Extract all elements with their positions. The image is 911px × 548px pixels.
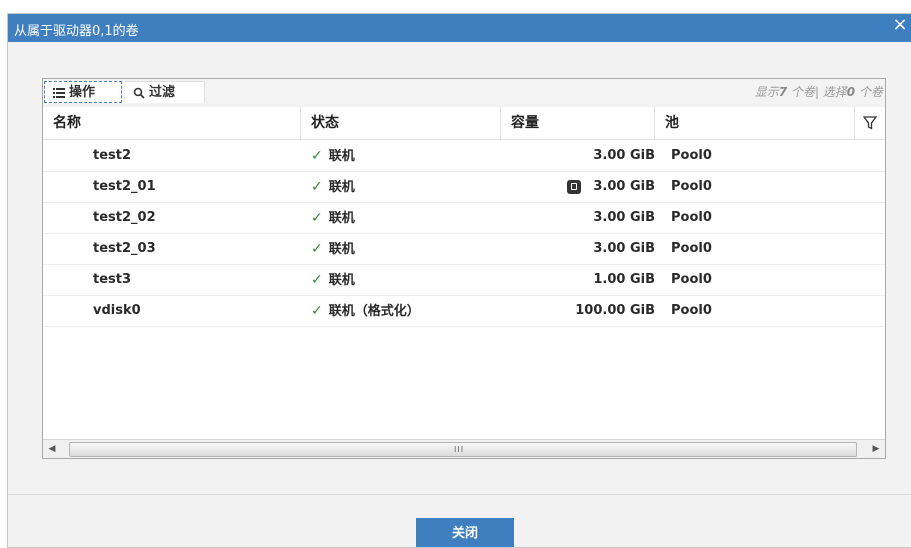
scrollbar-thumb[interactable]: III xyxy=(69,442,857,457)
table-row[interactable]: test2_02 ✓ 联机 3.00 GiB Pool0 xyxy=(43,203,885,234)
summary-mid: 个卷| 选择 xyxy=(790,85,847,99)
status-text: 联机（格式化） xyxy=(328,304,420,319)
scroll-left-icon[interactable]: ◀ xyxy=(43,440,61,458)
volume-capacity: 3.00 GiB xyxy=(593,210,655,225)
table-row[interactable]: vdisk0 ✓ 联机（格式化） 100.00 GiB Pool0 xyxy=(43,296,885,327)
volume-capacity: 1.00 GiB xyxy=(593,272,655,287)
volume-status: ✓ 联机 xyxy=(311,265,355,295)
table-row[interactable]: test3 ✓ 联机 1.00 GiB Pool0 xyxy=(43,265,885,296)
volume-status: ✓ 联机（格式化） xyxy=(311,296,420,326)
status-text: 联机 xyxy=(328,211,355,226)
close-icon[interactable]: × xyxy=(889,14,911,38)
volume-pool: Pool0 xyxy=(671,179,712,194)
volume-status: ✓ 联机 xyxy=(311,203,355,233)
volume-status: ✓ 联机 xyxy=(311,234,355,264)
check-icon: ✓ xyxy=(311,148,323,164)
table-row[interactable]: test2_03 ✓ 联机 3.00 GiB Pool0 xyxy=(43,234,885,265)
volume-capacity: 3.00 GiB xyxy=(593,148,655,163)
volume-status: ✓ 联机 xyxy=(311,172,355,202)
close-button[interactable]: 关闭 xyxy=(416,518,514,547)
summary-suffix: 个卷 xyxy=(858,85,883,99)
volumes-dialog: 从属于驱动器0,1的卷 × 操作 过滤 显示7 个卷| 选择0 个卷 名称 状态… xyxy=(8,14,911,547)
column-header-pool[interactable]: 池 xyxy=(655,107,855,139)
horizontal-scrollbar[interactable]: ◀ III ▶ xyxy=(43,439,885,458)
check-icon: ✓ xyxy=(311,241,323,257)
volume-name: test2_03 xyxy=(93,241,156,256)
column-header-capacity[interactable]: 容量 xyxy=(501,107,655,139)
volume-pool: Pool0 xyxy=(671,272,712,287)
table-row[interactable]: test2_01 ✓ 联机 3.00 GiB Pool0 xyxy=(43,172,885,203)
search-icon xyxy=(133,87,145,99)
check-icon: ✓ xyxy=(311,303,323,319)
funnel-icon xyxy=(862,116,878,130)
table-row[interactable]: test2 ✓ 联机 3.00 GiB Pool0 xyxy=(43,141,885,172)
check-icon: ✓ xyxy=(311,272,323,288)
volume-name: test2 xyxy=(93,148,132,163)
check-icon: ✓ xyxy=(311,210,323,226)
list-icon xyxy=(53,87,65,98)
volume-status: ✓ 联机 xyxy=(311,141,355,171)
summary-prefix: 显示 xyxy=(754,85,779,99)
volume-name: test2_02 xyxy=(93,210,156,225)
volume-name: vdisk0 xyxy=(93,303,141,318)
volume-name: test3 xyxy=(93,272,132,287)
volume-capacity: 100.00 GiB xyxy=(575,303,655,318)
summary-selected-count: 0 xyxy=(846,85,856,99)
column-filter-button[interactable] xyxy=(855,107,885,139)
column-header-name[interactable]: 名称 xyxy=(43,107,301,139)
volume-pool: Pool0 xyxy=(671,210,712,225)
table-toolbar: 操作 过滤 显示7 个卷| 选择0 个卷 xyxy=(43,79,885,107)
scroll-right-icon[interactable]: ▶ xyxy=(867,440,885,458)
footer-divider xyxy=(8,494,911,495)
summary-shown-count: 7 xyxy=(778,85,788,99)
volume-pool: Pool0 xyxy=(671,303,712,318)
status-text: 联机 xyxy=(328,273,355,288)
volume-pool: Pool0 xyxy=(671,241,712,256)
volume-pool: Pool0 xyxy=(671,148,712,163)
status-text: 联机 xyxy=(328,242,355,257)
volumes-panel: 操作 过滤 显示7 个卷| 选择0 个卷 名称 状态 容量 池 test2 ✓ … xyxy=(42,78,886,459)
selection-summary: 显示7 个卷| 选择0 个卷 xyxy=(755,83,883,100)
operations-button[interactable]: 操作 xyxy=(44,81,122,103)
volume-capacity: 3.00 GiB xyxy=(593,241,655,256)
filter-label: 过滤 xyxy=(149,85,176,100)
check-icon: ✓ xyxy=(311,179,323,195)
dialog-title: 从属于驱动器0,1的卷 xyxy=(14,24,139,39)
status-text: 联机 xyxy=(328,180,355,195)
volume-name: test2_01 xyxy=(93,179,156,194)
column-header-status[interactable]: 状态 xyxy=(301,107,501,139)
operations-label: 操作 xyxy=(69,85,96,100)
table-body: test2 ✓ 联机 3.00 GiB Pool0 test2_01 ✓ 联机 3.… xyxy=(43,141,885,327)
status-text: 联机 xyxy=(328,149,355,164)
dialog-titlebar: 从属于驱动器0,1的卷 × xyxy=(8,14,911,42)
grip-icon: III xyxy=(454,445,465,454)
table-header: 名称 状态 容量 池 xyxy=(43,107,885,140)
volume-capacity: 3.00 GiB xyxy=(593,179,655,194)
filter-button[interactable]: 过滤 xyxy=(125,81,205,103)
